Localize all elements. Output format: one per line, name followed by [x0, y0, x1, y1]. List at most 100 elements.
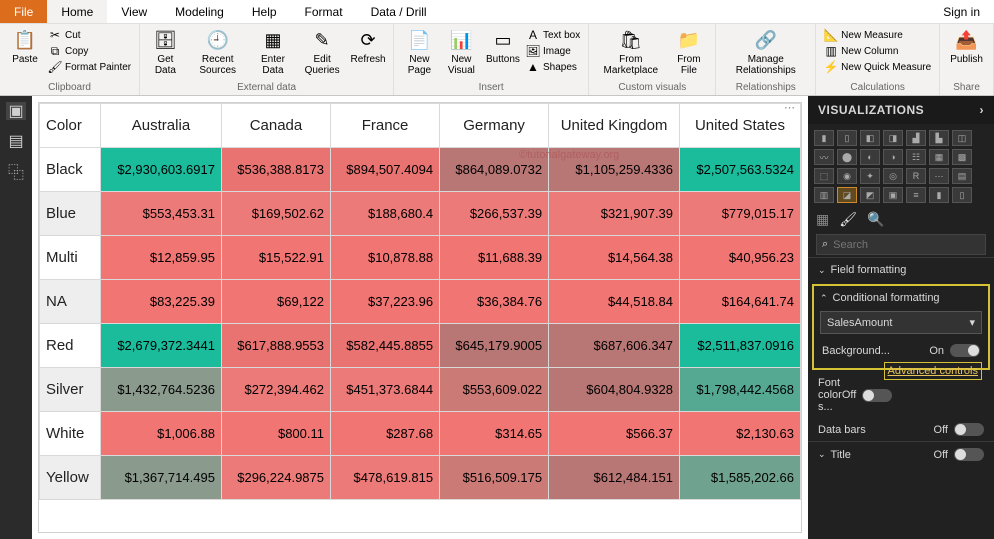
viz-type-chip[interactable]: ◑ [883, 149, 903, 165]
tab-help[interactable]: Help [238, 0, 291, 23]
viz-type-chip[interactable]: ◧ [860, 130, 880, 146]
row-header[interactable]: Red [40, 324, 101, 368]
viz-type-chip[interactable]: ◐ [860, 149, 880, 165]
background-toggle[interactable] [950, 344, 980, 357]
matrix-cell[interactable]: $83,225.39 [101, 280, 222, 324]
matrix-cell[interactable]: $894,507.4094 [331, 148, 440, 192]
format-search[interactable]: ⌕ [816, 234, 986, 255]
tab-modeling[interactable]: Modeling [161, 0, 238, 23]
new-page-button[interactable]: 📄New Page [400, 26, 439, 78]
matrix-cell[interactable]: $287.68 [331, 412, 440, 456]
report-view-icon[interactable]: ▣ [6, 102, 26, 120]
matrix-cell[interactable]: $272,394.462 [221, 368, 330, 412]
enter-data-button[interactable]: ▦Enter Data [251, 26, 295, 78]
matrix-cell[interactable]: $36,384.76 [440, 280, 549, 324]
get-data-button[interactable]: 🗄Get Data [146, 26, 184, 78]
matrix-cell[interactable]: $2,130.63 [680, 412, 801, 456]
viz-type-chip[interactable]: ▯ [952, 187, 972, 203]
from-file-button[interactable]: 📁From File [668, 26, 709, 78]
viz-type-chip[interactable]: ▤ [952, 168, 972, 184]
tab-home[interactable]: Home [47, 0, 107, 23]
matrix-cell[interactable]: $321,907.39 [549, 192, 680, 236]
matrix-cell[interactable]: $44,518.84 [549, 280, 680, 324]
viz-type-chip[interactable]: ▣ [883, 187, 903, 203]
matrix-cell[interactable]: $582,445.8855 [331, 324, 440, 368]
row-header[interactable]: Multi [40, 236, 101, 280]
format-painter-button[interactable]: 🖌Format Painter [48, 60, 131, 74]
matrix-cell[interactable]: $69,122 [221, 280, 330, 324]
row-header[interactable]: NA [40, 280, 101, 324]
viz-type-chip[interactable]: ☷ [906, 149, 926, 165]
matrix-cell[interactable]: $2,511,837.0916 [680, 324, 801, 368]
title-toggle[interactable] [954, 448, 984, 461]
matrix-cell[interactable]: $604,804.9328 [549, 368, 680, 412]
recent-sources-button[interactable]: 🕘Recent Sources [187, 26, 249, 78]
matrix-cell[interactable]: $553,453.31 [101, 192, 222, 236]
matrix-cell[interactable]: $188,680.4 [331, 192, 440, 236]
matrix-cell[interactable]: $566.37 [549, 412, 680, 456]
matrix-cell[interactable]: $1,006.88 [101, 412, 222, 456]
new-quick-measure-button[interactable]: ⚡New Quick Measure [824, 60, 931, 74]
viz-type-chip[interactable]: ◪ [837, 187, 857, 203]
copy-button[interactable]: ⧉Copy [48, 44, 131, 58]
row-header[interactable]: Silver [40, 368, 101, 412]
matrix-cell[interactable]: $12,859.95 [101, 236, 222, 280]
matrix-cell[interactable]: $451,373.6844 [331, 368, 440, 412]
tab-format[interactable]: Format [291, 0, 357, 23]
search-input[interactable] [833, 239, 980, 251]
field-formatting-section[interactable]: ⌄Field formatting [808, 257, 994, 282]
matrix-cell[interactable]: $37,223.96 [331, 280, 440, 324]
buttons-button[interactable]: ▭Buttons [484, 26, 522, 67]
viz-type-chip[interactable]: ≡ [906, 187, 926, 203]
matrix-cell[interactable]: $164,641.74 [680, 280, 801, 324]
matrix-cell[interactable]: $266,537.39 [440, 192, 549, 236]
viz-type-chip[interactable]: ◨ [883, 130, 903, 146]
format-tab-icon[interactable]: 🖌 [839, 211, 857, 228]
new-column-button[interactable]: ▥New Column [824, 44, 931, 58]
font-color-toggle[interactable] [862, 389, 892, 402]
matrix-cell[interactable]: $1,585,202.66 [680, 456, 801, 500]
matrix-cell[interactable]: $612,484.151 [549, 456, 680, 500]
column-header[interactable]: United States [680, 104, 801, 148]
viz-type-chip[interactable]: ▮ [814, 130, 834, 146]
matrix-cell[interactable]: $478,619.815 [331, 456, 440, 500]
matrix-cell[interactable]: $11,688.39 [440, 236, 549, 280]
matrix-cell[interactable]: $10,878.88 [331, 236, 440, 280]
matrix-cell[interactable]: $516,509.175 [440, 456, 549, 500]
matrix-cell[interactable]: $617,888.9553 [221, 324, 330, 368]
row-header[interactable]: Yellow [40, 456, 101, 500]
model-view-icon[interactable]: ⿻ [6, 162, 26, 180]
sign-in-link[interactable]: Sign in [929, 5, 994, 19]
row-header[interactable]: White [40, 412, 101, 456]
cut-button[interactable]: ✂Cut [48, 28, 131, 42]
viz-type-chip[interactable]: 〰 [814, 149, 834, 165]
matrix-cell[interactable]: $536,388.8173 [221, 148, 330, 192]
data-view-icon[interactable]: ▤ [6, 132, 26, 150]
matrix-visual[interactable]: ⋯ ColorAustraliaCanadaFranceGermanyUnite… [38, 102, 802, 533]
viz-type-chip[interactable]: ▮ [929, 187, 949, 203]
viz-type-chip[interactable]: ⬤ [837, 149, 857, 165]
column-header[interactable]: Canada [221, 104, 330, 148]
manage-relationships-button[interactable]: 🔗Manage Relationships [722, 26, 809, 78]
advanced-controls-link[interactable]: Advanced controls [884, 362, 983, 380]
column-header[interactable]: Germany [440, 104, 549, 148]
matrix-cell[interactable]: $169,502.62 [221, 192, 330, 236]
visual-more-icon[interactable]: ⋯ [784, 101, 795, 114]
new-visual-button[interactable]: 📊New Visual [441, 26, 482, 78]
data-bars-toggle[interactable] [954, 423, 984, 436]
viz-type-chip[interactable]: ◉ [837, 168, 857, 184]
analytics-tab-icon[interactable]: 🔍 [867, 211, 884, 228]
shapes-button[interactable]: ▲Shapes [526, 60, 580, 74]
paste-button[interactable]: 📋Paste [6, 26, 44, 67]
matrix-cell[interactable]: $1,798,442.4568 [680, 368, 801, 412]
row-header[interactable]: Blue [40, 192, 101, 236]
matrix-cell[interactable]: $314.65 [440, 412, 549, 456]
matrix-cell[interactable]: $1,432,764.5236 [101, 368, 222, 412]
new-measure-button[interactable]: 📐New Measure [824, 28, 931, 42]
matrix-cell[interactable]: $800.11 [221, 412, 330, 456]
viz-type-chip[interactable]: ⬚ [814, 168, 834, 184]
fields-tab-icon[interactable]: ▦ [816, 211, 829, 228]
viz-type-chip[interactable]: ◫ [952, 130, 972, 146]
viz-type-chip[interactable]: ▦ [929, 149, 949, 165]
matrix-cell[interactable]: $1,367,714.495 [101, 456, 222, 500]
